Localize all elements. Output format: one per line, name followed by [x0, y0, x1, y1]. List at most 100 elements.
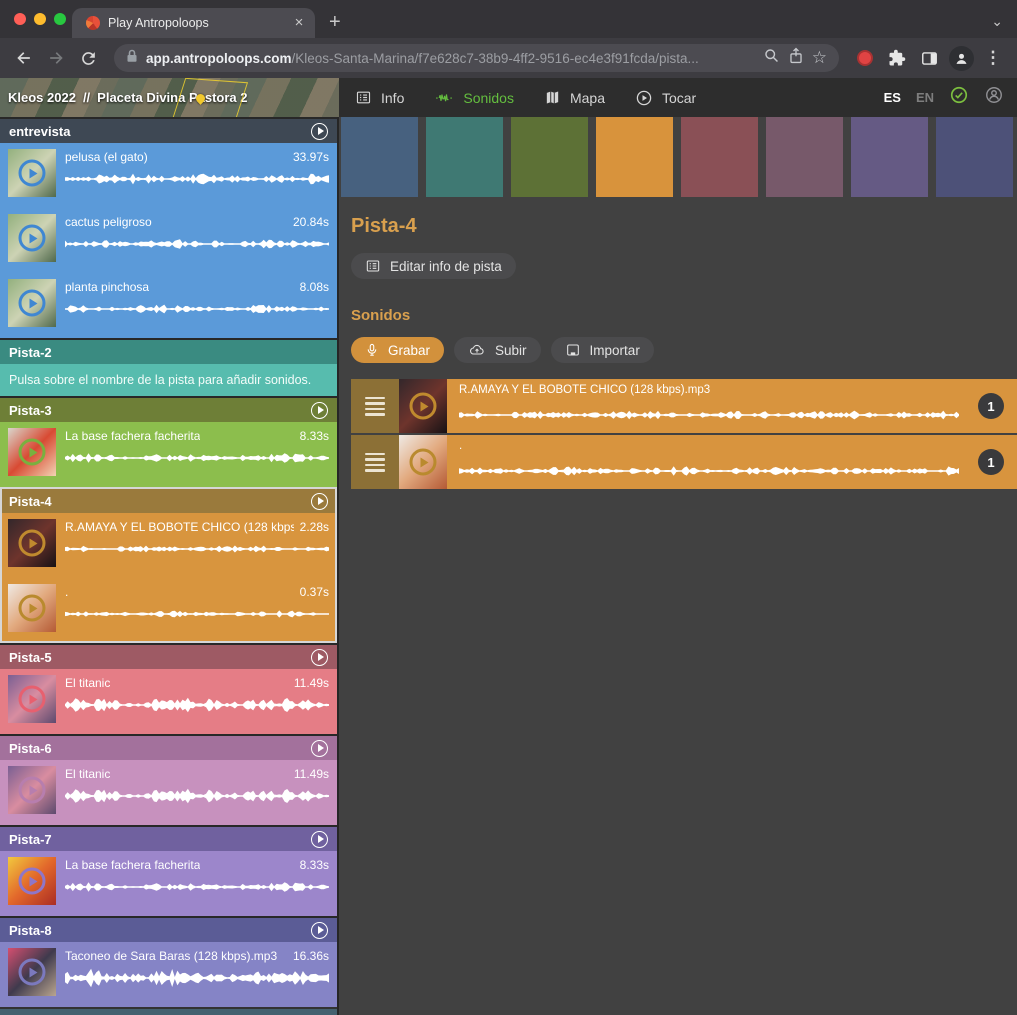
record-extension-icon[interactable]: [851, 44, 879, 72]
play-track-icon[interactable]: [311, 831, 328, 848]
tab-close-icon[interactable]: ×: [291, 15, 307, 31]
reload-button[interactable]: [74, 44, 102, 72]
sound-thumbnail[interactable]: [8, 428, 56, 476]
sound-item[interactable]: El titanic 11.49s: [0, 669, 337, 734]
sound-item[interactable]: planta pinchosa 8.08s: [0, 273, 337, 338]
account-icon[interactable]: [984, 85, 1004, 110]
upload-button[interactable]: Subir: [454, 337, 541, 363]
sound-item[interactable]: pelusa (el gato) 33.97s: [0, 143, 337, 208]
sound-item[interactable]: . 0.37s: [0, 578, 337, 643]
sound-thumbnail[interactable]: [8, 948, 56, 996]
sound-waveform: [65, 234, 329, 254]
track-section-header[interactable]: Pista-2: [0, 340, 337, 364]
lang-toggle-en[interactable]: EN: [916, 90, 934, 105]
play-sound-icon[interactable]: [19, 595, 46, 622]
track-color-swatch[interactable]: [681, 117, 758, 197]
track-color-swatch[interactable]: [596, 117, 673, 197]
track-section-header[interactable]: Pista-7: [0, 827, 337, 851]
nav-tab-mapa[interactable]: Mapa: [544, 89, 605, 106]
sounds-heading: Sonidos: [351, 307, 1017, 324]
track-section-header[interactable]: Pista-5: [0, 645, 337, 669]
sound-item[interactable]: R.AMAYA Y EL BOBOTE CHICO (128 kbps)....…: [0, 513, 337, 578]
play-track-icon[interactable]: [311, 649, 328, 666]
play-sound-icon[interactable]: [19, 868, 46, 895]
sound-thumbnail[interactable]: [8, 766, 56, 814]
nav-tab-sonidos[interactable]: Sonidos: [434, 89, 514, 107]
nav-tab-info[interactable]: Info: [355, 89, 404, 106]
extensions-puzzle-icon[interactable]: [883, 44, 911, 72]
sound-thumbnail[interactable]: [8, 279, 56, 327]
drag-handle[interactable]: [351, 379, 399, 433]
sound-thumbnail[interactable]: [8, 675, 56, 723]
play-sound-icon[interactable]: [19, 530, 46, 557]
forward-button[interactable]: [42, 44, 70, 72]
sound-row[interactable]: R.AMAYA Y EL BOBOTE CHICO (128 kbps).mp3…: [351, 379, 1017, 433]
play-sound-icon[interactable]: [19, 160, 46, 187]
track-color-swatch[interactable]: [341, 117, 418, 197]
track-section-header[interactable]: Pista-3: [0, 398, 337, 422]
play-sound-icon[interactable]: [19, 777, 46, 804]
play-sound-icon[interactable]: [19, 686, 46, 713]
sound-thumbnail[interactable]: [8, 149, 56, 197]
tab-search-chevron-icon[interactable]: ⌄: [991, 13, 1003, 30]
play-track-icon[interactable]: [311, 922, 328, 939]
play-sound-icon[interactable]: [410, 449, 437, 476]
menu-dots-icon[interactable]: ⋮: [979, 44, 1007, 72]
back-button[interactable]: [10, 44, 38, 72]
zoom-icon[interactable]: [763, 47, 780, 69]
zoom-window-button[interactable]: [54, 13, 66, 25]
new-tab-button[interactable]: +: [329, 12, 341, 32]
play-sound-icon[interactable]: [19, 959, 46, 986]
track-color-swatch[interactable]: [766, 117, 843, 197]
play-sound-icon[interactable]: [410, 393, 437, 420]
sound-info: pelusa (el gato) 33.97s: [65, 149, 329, 208]
track-section-header[interactable]: entrevista: [0, 119, 337, 143]
sound-title: pelusa (el gato): [65, 150, 148, 164]
next-track-strip: [0, 1009, 337, 1015]
drag-handle[interactable]: [351, 435, 399, 489]
sound-thumbnail[interactable]: [399, 435, 447, 489]
sound-item[interactable]: La base fachera facherita 8.33s: [0, 422, 337, 487]
lang-toggle-es[interactable]: ES: [884, 90, 901, 105]
sound-item[interactable]: Taconeo de Sara Baras (128 kbps).mp3 16.…: [0, 942, 337, 1007]
sound-thumbnail[interactable]: [8, 519, 56, 567]
close-window-button[interactable]: [14, 13, 26, 25]
side-panel-icon[interactable]: [915, 44, 943, 72]
tracks-sidebar: entrevista pelusa (el: [0, 117, 339, 1015]
sound-thumbnail[interactable]: [8, 214, 56, 262]
sound-item[interactable]: El titanic 11.49s: [0, 760, 337, 825]
track-color-swatch[interactable]: [511, 117, 588, 197]
sound-item[interactable]: La base fachera facherita 8.33s: [0, 851, 337, 916]
play-track-icon[interactable]: [311, 740, 328, 757]
play-track-icon[interactable]: [311, 402, 328, 419]
play-track-icon[interactable]: [311, 123, 328, 140]
sound-thumbnail[interactable]: [399, 379, 447, 433]
track-color-swatch[interactable]: [851, 117, 928, 197]
sound-thumbnail[interactable]: [8, 857, 56, 905]
track-breadcrumb-photo[interactable]: Kleos 2022 // Placeta Divina Pastora 2: [0, 78, 339, 117]
track-color-swatch[interactable]: [936, 117, 1013, 197]
minimize-window-button[interactable]: [34, 13, 46, 25]
edit-track-info-button[interactable]: Editar info de pista: [351, 253, 516, 279]
import-button[interactable]: Importar: [551, 337, 654, 363]
sound-thumbnail[interactable]: [8, 584, 56, 632]
play-track-icon[interactable]: [311, 493, 328, 510]
track-name: Pista-7: [9, 832, 52, 847]
bookmark-star-icon[interactable]: ☆: [812, 50, 827, 66]
sound-row[interactable]: . 1: [351, 435, 1017, 489]
track-section-header[interactable]: Pista-6: [0, 736, 337, 760]
nav-tab-tocar[interactable]: Tocar: [635, 89, 696, 107]
sound-title: Taconeo de Sara Baras (128 kbps).mp3: [65, 949, 277, 963]
track-section-header[interactable]: Pista-8: [0, 918, 337, 942]
profile-avatar-icon[interactable]: [947, 44, 975, 72]
track-section-header[interactable]: Pista-4: [0, 489, 337, 513]
play-sound-icon[interactable]: [19, 290, 46, 317]
sound-item[interactable]: cactus peligroso 20.84s: [0, 208, 337, 273]
url-bar[interactable]: app.antropoloops.com/Kleos-Santa-Marina/…: [114, 44, 839, 72]
play-sound-icon[interactable]: [19, 225, 46, 252]
share-icon[interactable]: [788, 47, 804, 69]
track-color-swatch[interactable]: [426, 117, 503, 197]
play-sound-icon[interactable]: [19, 439, 46, 466]
record-button[interactable]: Grabar: [351, 337, 444, 363]
browser-tab[interactable]: Play Antropoloops ×: [72, 8, 315, 38]
